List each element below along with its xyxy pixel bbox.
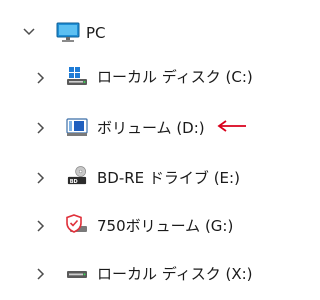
tree-item-drive-d[interactable]: ボリューム (D:) — [0, 111, 274, 145]
chevron-down-icon[interactable] — [22, 25, 36, 39]
navigation-tree: PC ローカル ディスク (C:) ボリューム (D:) BD BD-RE ドラ… — [0, 0, 274, 300]
volume-drive-icon — [66, 118, 88, 136]
drive-icon — [67, 271, 87, 278]
tree-item-label: PC — [86, 24, 106, 42]
bd-drive-icon: BD — [67, 166, 87, 185]
tree-item-label: BD-RE ドライブ (E:) — [97, 169, 240, 187]
chevron-right-icon[interactable] — [34, 171, 48, 185]
chevron-right-icon[interactable] — [34, 219, 48, 233]
monitor-icon — [56, 22, 80, 42]
tree-item-label: 750ボリューム (G:) — [97, 217, 234, 235]
windows-drive-icon — [67, 67, 87, 85]
tree-item-label: ローカル ディスク (C:) — [97, 68, 253, 86]
chevron-right-icon[interactable] — [34, 71, 48, 85]
tree-item-drive-x[interactable]: ローカル ディスク (X:) — [0, 256, 274, 290]
tree-item-drive-c[interactable]: ローカル ディスク (C:) — [0, 59, 274, 93]
tree-item-drive-g[interactable]: 750ボリューム (G:) — [0, 208, 274, 242]
tree-item-label: ボリューム (D:) — [97, 119, 205, 137]
tree-item-label: ローカル ディスク (X:) — [97, 265, 253, 283]
tree-item-pc[interactable]: PC — [0, 15, 274, 49]
tree-item-drive-e[interactable]: BD BD-RE ドライブ (E:) — [0, 160, 274, 194]
red-arrow-icon — [217, 120, 246, 132]
svg-text:BD: BD — [70, 179, 78, 185]
chevron-right-icon[interactable] — [34, 121, 48, 135]
chevron-right-icon[interactable] — [34, 267, 48, 281]
shield-drive-icon — [66, 214, 87, 233]
